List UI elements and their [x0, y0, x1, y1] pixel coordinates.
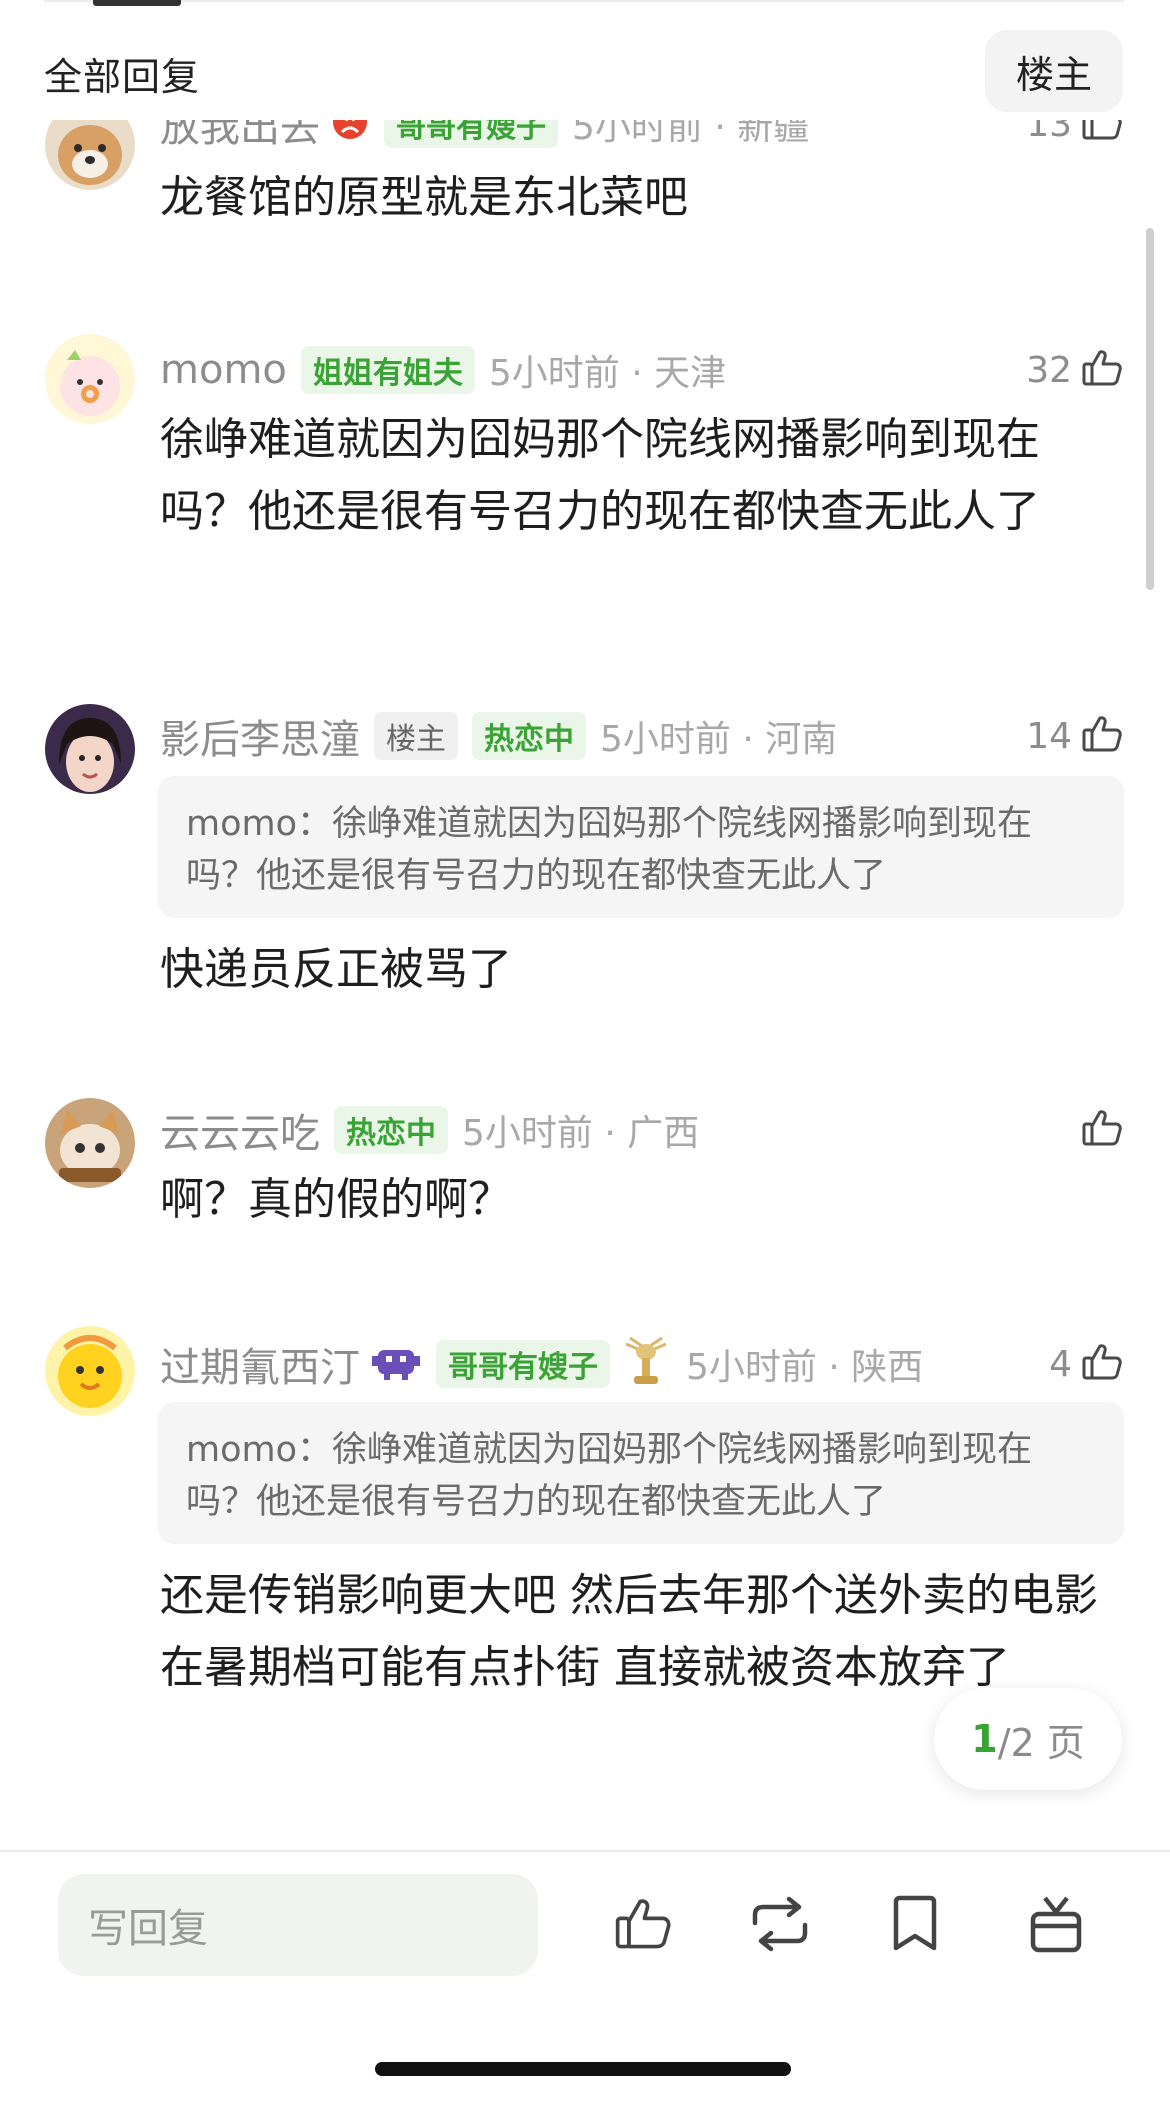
comment-list[interactable]: 放我出去 哥哥有嫂子 5小时前 · 新疆 13 龙餐馆的原型就是东北菜吧 mom…: [0, 120, 1170, 1850]
quoted-comment[interactable]: momo：徐峥难道就因为囧妈那个院线网播影响到现在吗？他还是很有号召力的现在都快…: [158, 1402, 1124, 1544]
avatar[interactable]: [45, 334, 135, 424]
tab-indicator: [93, 0, 181, 6]
avatar[interactable]: [45, 1326, 135, 1416]
thumbs-up-icon: [1080, 120, 1124, 148]
quote-author: momo：: [186, 1430, 333, 1470]
like-count: 32: [1026, 349, 1072, 391]
angry-face-icon: [330, 120, 370, 146]
page-indicator[interactable]: 1/2 页: [934, 1688, 1122, 1790]
scrollbar[interactable]: [1146, 228, 1154, 590]
comment-text: 快递员反正被骂了: [160, 944, 512, 995]
comment-meta: 放我出去 哥哥有嫂子 5小时前 · 新疆: [160, 120, 809, 154]
total-pages: /2 页: [997, 1720, 1085, 1765]
avatar[interactable]: [45, 704, 135, 794]
thumbs-up-icon: [1080, 712, 1124, 760]
like-count: 4: [1049, 1343, 1072, 1385]
bottom-action-bar: 写回复: [0, 1850, 1170, 2114]
username[interactable]: momo: [160, 347, 287, 393]
like-count: 14: [1026, 715, 1072, 757]
current-page: 1: [971, 1717, 998, 1761]
time-location: 5小时前 · 新疆: [572, 120, 810, 148]
thumbs-up-icon: [1080, 346, 1124, 394]
bookmark-icon: [890, 1894, 940, 1958]
thumbs-up-icon: [1080, 1106, 1124, 1154]
time-location: 5小时前 · 天津: [488, 353, 727, 394]
comment-item: momo 姐姐有姐夫 5小时前 · 天津 32 徐峥难道就因为囧妈那个院线网播影…: [0, 334, 1170, 594]
section-title: 全部回复: [44, 55, 201, 99]
quote-author: momo：: [186, 804, 333, 844]
poster-only-filter-button[interactable]: 楼主: [985, 30, 1123, 112]
thumbs-up-icon: [1080, 1340, 1124, 1388]
like-post-button[interactable]: [605, 1888, 681, 1964]
reply-input[interactable]: 写回复: [58, 1874, 538, 1976]
comment-text: 徐峥难道就因为囧妈那个院线网播影响到现在吗？他还是很有号召力的现在都快查无此人了: [160, 414, 1040, 537]
repost-button[interactable]: [742, 1888, 818, 1964]
comment-text: 还是传销影响更大吧 然后去年那个送外卖的电影在暑期档可能有点扑街 直接就被资本放…: [160, 1570, 1098, 1693]
thumbs-up-icon: [612, 1893, 674, 1959]
comment-meta: momo 姐姐有姐夫 5小时前 · 天津: [160, 340, 726, 400]
poster-tag: 楼主: [374, 712, 458, 760]
username[interactable]: 云云云吃: [160, 1101, 320, 1159]
comment-meta: 影后李思潼 楼主 热恋中 5小时前 · 河南: [160, 706, 837, 766]
like-button[interactable]: 4: [1049, 1334, 1124, 1394]
comment-item: 放我出去 哥哥有嫂子 5小时前 · 新疆 13 龙餐馆的原型就是东北菜吧: [0, 120, 1170, 300]
avatar[interactable]: [45, 120, 135, 190]
username[interactable]: 影后李思潼: [160, 707, 360, 765]
username[interactable]: 过期氰西汀: [160, 1335, 360, 1393]
like-button[interactable]: 32: [1026, 340, 1124, 400]
avatar[interactable]: [45, 1098, 135, 1188]
like-button[interactable]: 13: [1026, 120, 1124, 154]
comment-item: 过期氰西汀 哥哥有嫂子 5小时前 · 陕西 4 momo：徐峥难道就因为囧妈那个…: [0, 1326, 1170, 1746]
alien-icon: [370, 1342, 422, 1386]
like-button[interactable]: [1072, 1100, 1124, 1160]
repost-icon: [747, 1893, 813, 1959]
bookmark-button[interactable]: [877, 1888, 953, 1964]
fan-tag: 哥哥有嫂子: [436, 1340, 610, 1388]
gift-button[interactable]: [1018, 1888, 1094, 1964]
top-divider: [44, 0, 1124, 2]
quoted-comment[interactable]: momo：徐峥难道就因为囧妈那个院线网播影响到现在吗？他还是很有号召力的现在都快…: [158, 776, 1124, 918]
comment-meta: 云云云吃 热恋中 5小时前 · 广西: [160, 1100, 699, 1160]
time-location: 5小时前 · 广西: [462, 1113, 700, 1154]
username[interactable]: 放我出去: [160, 120, 320, 153]
like-button[interactable]: 14: [1026, 706, 1124, 766]
comment-item: 云云云吃 热恋中 5小时前 · 广西 啊？真的假的啊？: [0, 1098, 1170, 1298]
home-indicator: [375, 2062, 791, 2076]
comment-item: 影后李思潼 楼主 热恋中 5小时前 · 河南 14 momo：徐峥难道就因为囧妈…: [0, 704, 1170, 1034]
trophy-badge-icon: [620, 1334, 672, 1394]
like-count: 13: [1026, 120, 1072, 145]
comment-text: 龙餐馆的原型就是东北菜吧: [160, 172, 688, 223]
time-location: 5小时前 · 河南: [600, 719, 838, 760]
fan-tag: 热恋中: [334, 1106, 448, 1154]
fan-tag: 哥哥有嫂子: [384, 120, 558, 148]
gift-icon: [1027, 1894, 1085, 1958]
time-location: 5小时前 · 陕西: [686, 1347, 924, 1388]
comment-meta: 过期氰西汀 哥哥有嫂子 5小时前 · 陕西: [160, 1334, 923, 1394]
comment-text: 啊？真的假的啊？: [160, 1174, 512, 1225]
replies-header: 全部回复 楼主: [0, 20, 1170, 120]
fan-tag: 热恋中: [472, 712, 586, 760]
fan-tag: 姐姐有姐夫: [300, 346, 475, 394]
